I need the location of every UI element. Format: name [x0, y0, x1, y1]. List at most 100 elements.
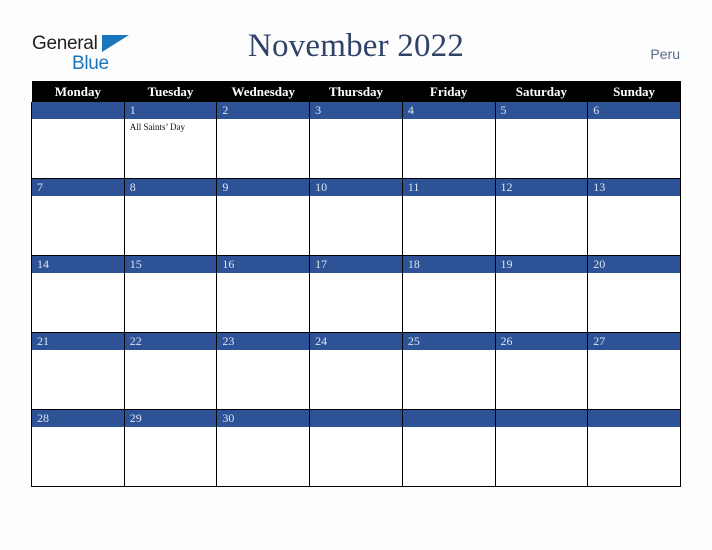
- calendar-day-cell[interactable]: 26: [494, 332, 589, 410]
- calendar-day-cell[interactable]: 18: [401, 255, 496, 333]
- day-events: [32, 119, 124, 122]
- calendar-day-cell[interactable]: 21: [31, 332, 125, 410]
- calendar-day-cell[interactable]: 7: [31, 178, 125, 256]
- day-events: [32, 196, 124, 199]
- day-number: 13: [588, 179, 680, 196]
- day-number: 6: [588, 102, 680, 119]
- calendar-day-cell[interactable]: 2: [216, 102, 311, 179]
- day-cell-inner: 15: [124, 256, 217, 332]
- day-events: [496, 427, 588, 430]
- calendar-day-cell[interactable]: 14: [31, 255, 125, 333]
- calendar-empty-cell: [494, 409, 589, 487]
- day-cell-inner: 17: [310, 256, 402, 332]
- calendar-day-cell[interactable]: 11: [401, 178, 496, 256]
- day-number: 24: [310, 333, 402, 350]
- calendar-day-cell[interactable]: 19: [494, 255, 589, 333]
- weekday-header-sunday: Sunday: [587, 81, 681, 102]
- day-events: [588, 350, 680, 353]
- calendar-day-cell[interactable]: 22: [123, 332, 218, 410]
- day-cell-inner: 26: [495, 333, 588, 409]
- calendar-week-row: 7 8 9 10 11 12 13: [31, 178, 681, 256]
- calendar-day-cell[interactable]: 13: [587, 178, 681, 256]
- calendar-day-cell[interactable]: 5: [494, 102, 589, 179]
- calendar-day-cell[interactable]: 17: [309, 255, 403, 333]
- day-events: [588, 119, 680, 122]
- day-number: 9: [217, 179, 310, 196]
- weekday-header-tuesday: Tuesday: [124, 81, 217, 102]
- calendar-day-cell[interactable]: 9: [216, 178, 311, 256]
- day-number: 11: [402, 179, 495, 196]
- day-cell-inner: 13: [588, 179, 680, 255]
- day-number: 25: [402, 333, 495, 350]
- day-events: [588, 427, 680, 430]
- calendar-day-cell[interactable]: 23: [216, 332, 311, 410]
- calendar-day-cell[interactable]: 4: [401, 102, 496, 179]
- calendar-table: Monday Tuesday Wednesday Thursday Friday Satu…: [31, 81, 681, 487]
- day-number: 12: [495, 179, 588, 196]
- day-number: 18: [402, 256, 495, 273]
- day-events: [403, 196, 495, 199]
- day-cell-inner: 5: [495, 102, 588, 178]
- day-events: [310, 350, 402, 353]
- day-events: [125, 350, 217, 353]
- calendar-day-cell[interactable]: 16: [216, 255, 311, 333]
- day-cell-inner: 10: [310, 179, 402, 255]
- day-number: 22: [124, 333, 217, 350]
- day-number: [310, 410, 402, 427]
- calendar-day-cell[interactable]: 25: [401, 332, 496, 410]
- page-title: November 2022: [247, 28, 465, 64]
- calendar-empty-cell: [401, 409, 496, 487]
- calendar-day-cell[interactable]: 27: [587, 332, 681, 410]
- day-cell-inner: 8: [124, 179, 217, 255]
- day-number: 14: [32, 256, 124, 273]
- day-cell-inner: 19: [495, 256, 588, 332]
- day-cell-inner: 20: [588, 256, 680, 332]
- day-events: [310, 196, 402, 199]
- day-cell-inner: 3: [310, 102, 402, 178]
- day-events: [125, 427, 217, 430]
- calendar-day-cell[interactable]: 1 All Saints’ Day: [123, 102, 218, 179]
- day-events: [403, 273, 495, 276]
- day-events: [310, 119, 402, 122]
- day-events: [403, 119, 495, 122]
- day-number: [32, 102, 124, 119]
- day-cell-inner: [402, 410, 495, 486]
- weekday-header-saturday: Saturday: [495, 81, 588, 102]
- day-number: 27: [588, 333, 680, 350]
- weekday-header-friday: Friday: [402, 81, 496, 102]
- calendar-empty-cell: [309, 409, 403, 487]
- calendar-day-cell[interactable]: 29: [123, 409, 218, 487]
- calendar-day-cell[interactable]: 20: [587, 255, 681, 333]
- calendar-day-cell[interactable]: 10: [309, 178, 403, 256]
- calendar-day-cell[interactable]: 28: [31, 409, 125, 487]
- day-cell-inner: 24: [310, 333, 402, 409]
- day-events: [217, 350, 309, 353]
- calendar-week-row: 28 29 30: [31, 409, 681, 487]
- calendar-page: General Blue November 2022 Peru Monday Tu…: [0, 0, 712, 550]
- calendar-day-cell[interactable]: 24: [309, 332, 403, 410]
- day-events: All Saints’ Day: [125, 119, 217, 133]
- calendar-day-cell[interactable]: 12: [494, 178, 589, 256]
- day-number: 3: [310, 102, 402, 119]
- day-cell-inner: 30: [217, 410, 310, 486]
- calendar-day-cell[interactable]: 3: [309, 102, 403, 179]
- calendar-day-cell[interactable]: 8: [123, 178, 218, 256]
- calendar-week-row: 14 15 16 17 18 19 20: [31, 255, 681, 333]
- day-cell-inner: [495, 410, 588, 486]
- day-events: [310, 273, 402, 276]
- day-events: [403, 350, 495, 353]
- calendar-day-cell[interactable]: 15: [123, 255, 218, 333]
- calendar-day-cell[interactable]: 30: [216, 409, 311, 487]
- day-cell-inner: 12: [495, 179, 588, 255]
- day-events: [588, 196, 680, 199]
- day-cell-inner: 1 All Saints’ Day: [124, 102, 217, 178]
- day-cell-inner: 9: [217, 179, 310, 255]
- calendar-day-cell[interactable]: 6: [587, 102, 681, 179]
- day-cell-inner: 22: [124, 333, 217, 409]
- day-number: 21: [32, 333, 124, 350]
- calendar-body: 1 All Saints’ Day 2 3 4 5 6 7 8 9 10 11 12 13 14 15 16 17…: [31, 102, 681, 487]
- day-number: [402, 410, 495, 427]
- day-cell-inner: [32, 102, 124, 178]
- day-cell-inner: 4: [402, 102, 495, 178]
- day-number: 16: [217, 256, 310, 273]
